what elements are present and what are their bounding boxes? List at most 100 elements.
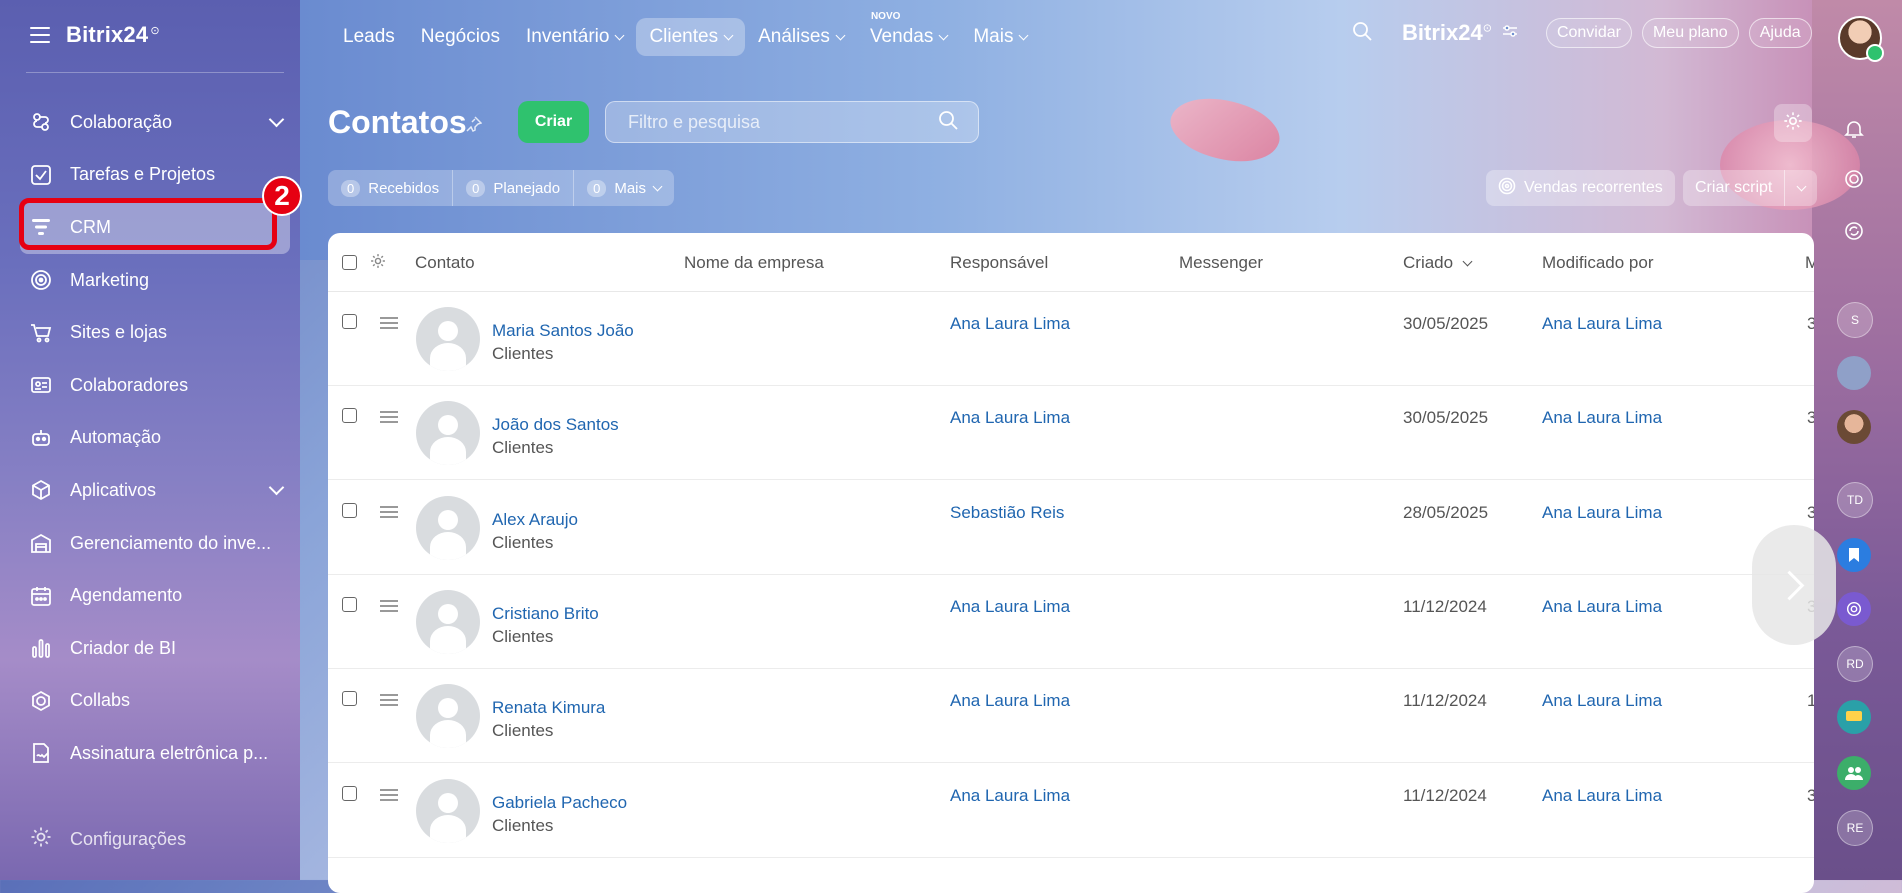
help-button[interactable]: Ajuda	[1748, 18, 1812, 48]
drag-handle-icon[interactable]	[380, 411, 398, 426]
invite-button[interactable]: Convidar	[1545, 18, 1632, 48]
tab-vendas[interactable]: NOVO Vendas	[857, 11, 960, 56]
sidebar-item-colaboradores[interactable]: Colaboradores	[20, 359, 290, 412]
contact-name-link[interactable]: Gabriela Pacheco	[492, 793, 627, 813]
row-checkbox[interactable]	[342, 502, 357, 518]
responsible-link[interactable]: Ana Laura Lima	[950, 691, 1070, 711]
script-dropdown[interactable]	[1784, 170, 1817, 206]
table-row[interactable]: Gabriela Pacheco Clientes Ana Laura Lima 11…	[328, 763, 1814, 858]
pin-icon[interactable]	[466, 116, 483, 137]
row-checkbox[interactable]	[342, 785, 357, 801]
scroll-right-button[interactable]	[1752, 525, 1836, 645]
search-icon[interactable]	[1352, 21, 1372, 46]
sidebar-settings[interactable]: Configurações	[30, 826, 186, 853]
drag-handle-icon[interactable]	[380, 788, 398, 804]
drag-handle-icon[interactable]	[380, 317, 398, 332]
sidebar-item-tarefas[interactable]: Tarefas e Projetos	[20, 149, 290, 202]
chat-avatar-td[interactable]: TD	[1837, 482, 1873, 518]
contact-name-link[interactable]: Maria Santos João	[492, 321, 634, 341]
column-header-responsavel[interactable]: Responsável	[950, 253, 1048, 273]
column-header-contato[interactable]: Contato	[415, 253, 475, 273]
sliders-icon[interactable]	[1502, 24, 1518, 43]
brand-logo-top[interactable]: Bitrix24⊙	[1402, 20, 1492, 46]
sidebar-item-collabs[interactable]: Collabs	[20, 675, 290, 728]
bookmark-icon[interactable]	[1837, 538, 1871, 572]
sidebar-item-sites[interactable]: Sites e lojas	[20, 306, 290, 359]
chat-avatar-mountain[interactable]	[1837, 356, 1871, 390]
responsible-link[interactable]: Ana Laura Lima	[950, 597, 1070, 617]
user-avatar[interactable]	[1838, 16, 1884, 62]
modified-by-link[interactable]: Ana Laura Lima	[1542, 691, 1662, 711]
column-header-empresa[interactable]: Nome da empresa	[684, 253, 824, 273]
modified-by-link[interactable]: Ana Laura Lima	[1542, 786, 1662, 806]
group-chat-icon[interactable]	[1837, 756, 1871, 790]
menu-burger-icon[interactable]	[30, 27, 50, 43]
brand-logo[interactable]: Bitrix24 ⊙	[66, 22, 160, 48]
contact-name-link[interactable]: João dos Santos	[492, 415, 619, 435]
row-checkbox[interactable]	[342, 691, 357, 707]
sidebar-item-marketing[interactable]: Marketing	[20, 254, 290, 307]
bell-icon[interactable]	[1837, 112, 1871, 146]
contact-name-link[interactable]: Renata Kimura	[492, 698, 605, 718]
table-row[interactable]: Cristiano Brito Clientes Ana Laura Lima 11/…	[328, 574, 1814, 669]
drag-handle-icon[interactable]	[380, 694, 398, 709]
column-header-cut[interactable]: M	[1805, 253, 1814, 273]
create-button[interactable]: Criar	[518, 101, 589, 143]
drag-handle-icon[interactable]	[380, 599, 398, 615]
sidebar-item-aplicativos[interactable]: Aplicativos	[20, 464, 290, 517]
column-header-criado[interactable]: Criado	[1403, 253, 1473, 273]
chat-avatar-re[interactable]: RE	[1837, 810, 1873, 846]
sidebar-item-assinatura[interactable]: Assinatura eletrônica p...	[20, 727, 290, 780]
table-row[interactable]: Renata Kimura Clientes Ana Laura Lima 11/12…	[328, 668, 1814, 764]
table-row[interactable]: Maria Santos João Clientes Ana Laura Lima 3…	[328, 291, 1814, 386]
chat-avatar-s[interactable]: S	[1837, 302, 1873, 338]
chat-avatar-rd[interactable]: RD	[1837, 646, 1873, 682]
pulse-icon[interactable]	[1837, 162, 1871, 196]
table-row[interactable]: João dos Santos Clientes Ana Laura Lima 30/…	[328, 385, 1814, 481]
sync-chat-icon[interactable]	[1837, 214, 1871, 248]
tab-analises[interactable]: Análises	[745, 18, 857, 56]
sidebar-item-automacao[interactable]: Automação	[20, 412, 290, 465]
modified-by-link[interactable]: Ana Laura Lima	[1542, 314, 1662, 334]
modified-by-link[interactable]: Ana Laura Lima	[1542, 597, 1662, 617]
counter-received[interactable]: 0 Recebidos	[328, 170, 454, 206]
tab-leads[interactable]: Leads	[330, 18, 408, 56]
create-script-button[interactable]: Criar script	[1683, 170, 1818, 206]
drag-handle-icon[interactable]	[380, 505, 398, 521]
tab-inventario[interactable]: Inventário	[513, 18, 636, 56]
sidebar-item-bi[interactable]: Criador de BI	[20, 622, 290, 675]
open-lines-icon[interactable]	[1837, 700, 1871, 734]
recurring-sales-button[interactable]: Vendas recorrentes	[1486, 170, 1675, 206]
sidebar-item-colaboracao[interactable]: Colaboração	[20, 96, 290, 149]
tab-mais[interactable]: Mais	[960, 18, 1040, 56]
tab-negocios[interactable]: Negócios	[408, 18, 513, 56]
my-plan-button[interactable]: Meu plano	[1641, 18, 1739, 48]
modified-by-link[interactable]: Ana Laura Lima	[1542, 408, 1662, 428]
column-header-messenger[interactable]: Messenger	[1179, 253, 1263, 273]
responsible-link[interactable]: Sebastião Reis	[950, 503, 1064, 523]
table-row[interactable]: Alex Araujo Clientes Sebastião Reis 28/05/2…	[328, 480, 1814, 575]
copilot-icon[interactable]	[1837, 592, 1871, 626]
search-input[interactable]	[626, 110, 938, 134]
chevron-down-icon[interactable]	[268, 479, 285, 496]
modified-by-link[interactable]: Ana Laura Lima	[1542, 503, 1662, 523]
select-all-checkbox[interactable]	[342, 255, 357, 270]
row-checkbox[interactable]	[342, 596, 357, 612]
sidebar-item-inventario[interactable]: Gerenciamento do inve...	[20, 517, 290, 570]
row-checkbox[interactable]	[342, 408, 357, 424]
column-header-modificado[interactable]: Modificado por	[1542, 253, 1654, 273]
filter-search[interactable]	[605, 101, 979, 143]
responsible-link[interactable]: Ana Laura Lima	[950, 408, 1070, 428]
tab-clientes[interactable]: Clientes	[636, 18, 746, 56]
responsible-link[interactable]: Ana Laura Lima	[950, 314, 1070, 334]
counter-more[interactable]: 0 Mais	[574, 170, 674, 206]
row-checkbox[interactable]	[342, 314, 357, 329]
counter-planned[interactable]: 0 Planejado	[453, 170, 575, 206]
search-icon[interactable]	[938, 110, 958, 135]
responsible-link[interactable]: Ana Laura Lima	[950, 786, 1070, 806]
chevron-down-icon[interactable]	[268, 111, 285, 128]
column-settings-icon[interactable]	[370, 253, 386, 274]
chat-avatar-woman[interactable]	[1837, 410, 1871, 444]
list-settings-button[interactable]	[1774, 104, 1812, 142]
contact-name-link[interactable]: Cristiano Brito	[492, 604, 599, 624]
